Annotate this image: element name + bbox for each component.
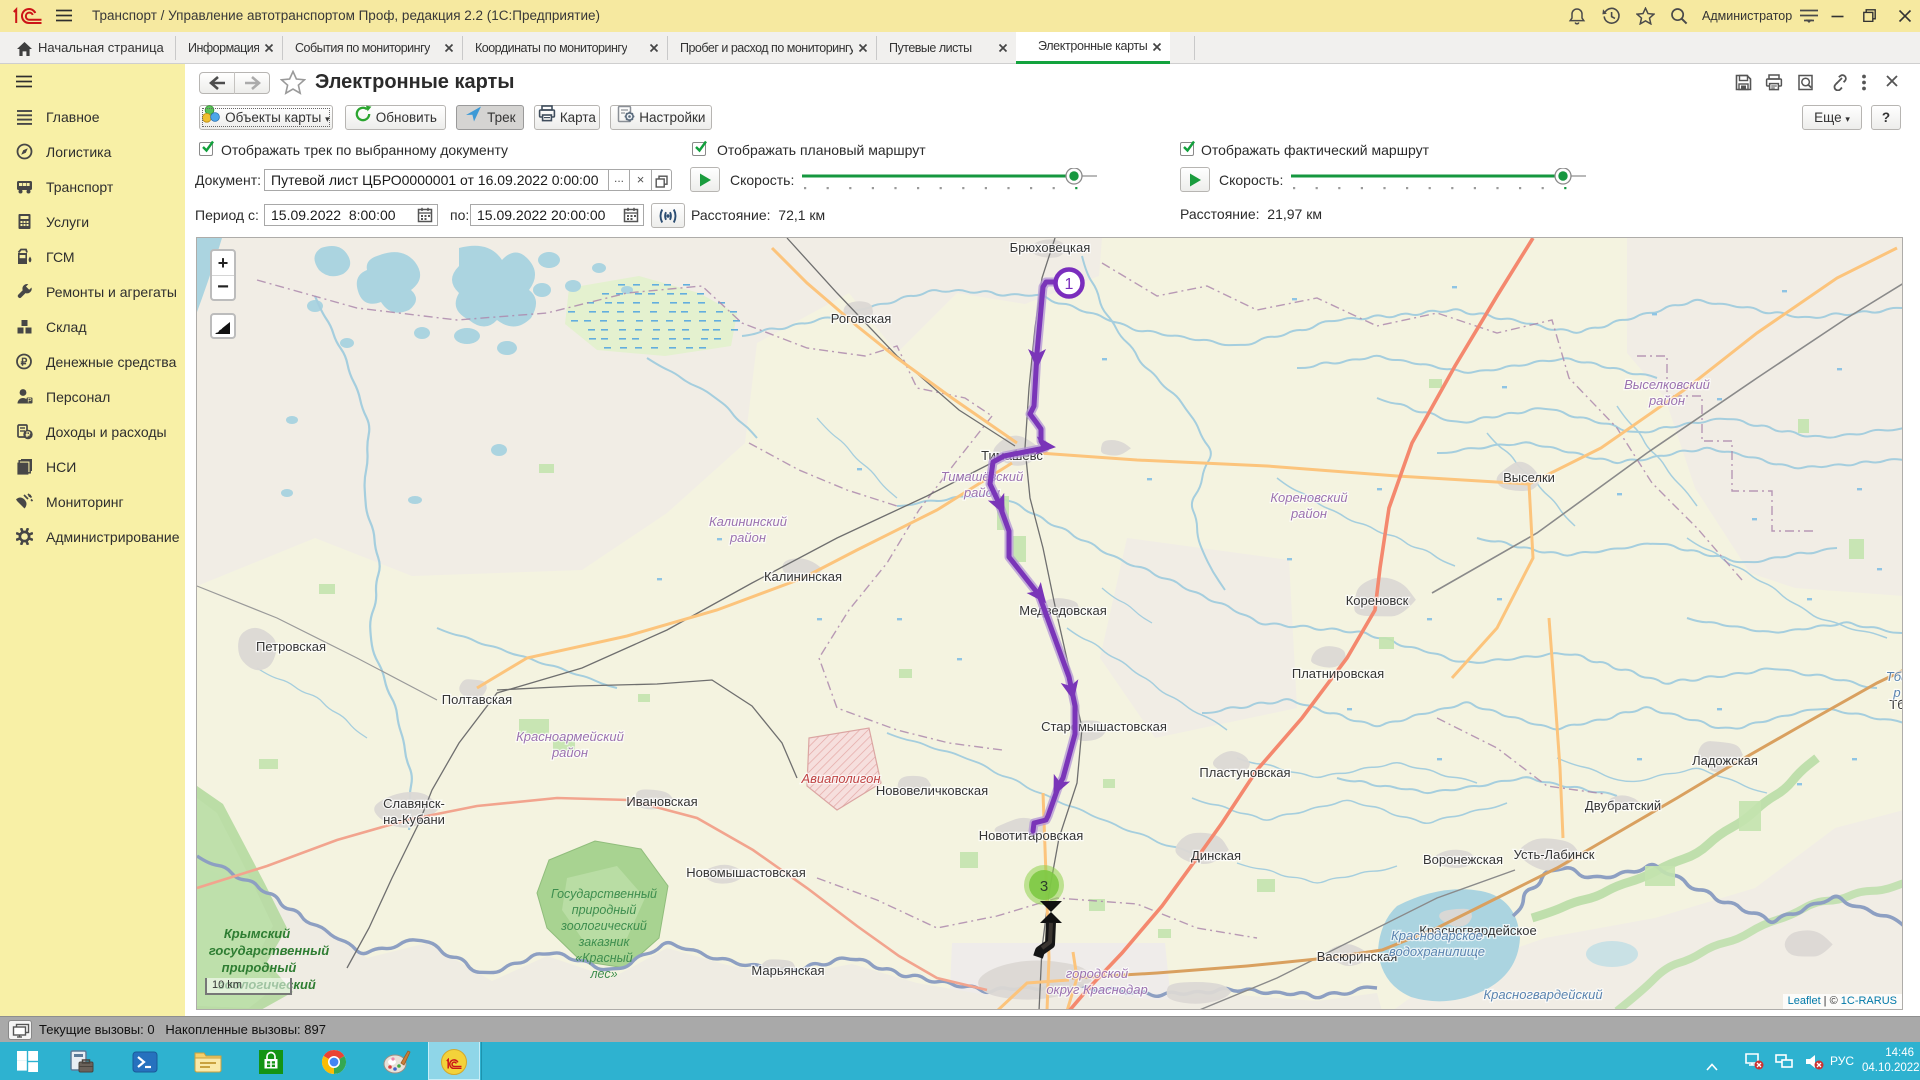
svg-text:Двубратский: Двубратский — [1585, 798, 1661, 813]
svg-text:1: 1 — [1065, 276, 1074, 293]
svg-text:Краснодарское: Краснодарское — [1391, 928, 1483, 943]
svg-text:Красноармейский: Красноармейский — [516, 729, 624, 744]
svg-text:Пластуновская: Пластуновская — [1199, 765, 1290, 780]
svg-text:государственный: государственный — [209, 943, 329, 958]
svg-text:Авиаполигон: Авиаполигон — [800, 771, 880, 786]
svg-text:Ивановская: Ивановская — [626, 794, 697, 809]
svg-text:«Красный: «Красный — [575, 951, 633, 965]
svg-text:Кореновск: Кореновск — [1346, 593, 1409, 608]
svg-text:Красногвардейский: Красногвардейский — [1483, 987, 1602, 1002]
svg-text:Платнировская: Платнировская — [1292, 666, 1384, 681]
svg-text:Медведовская: Медведовская — [1019, 603, 1107, 618]
svg-text:Новомышастовская: Новомышастовская — [686, 865, 806, 880]
svg-text:Роговская: Роговская — [831, 311, 892, 326]
svg-text:Калининская: Калининская — [764, 569, 842, 584]
svg-text:на-Кубани: на-Кубани — [383, 812, 445, 827]
svg-text:3: 3 — [1040, 878, 1048, 895]
svg-text:₽: ₽ — [21, 356, 28, 368]
svg-text:Кореновский: Кореновский — [1270, 490, 1347, 505]
svg-text:Васюринская: Васюринская — [1317, 949, 1398, 964]
svg-text:Ладожская: Ладожская — [1692, 753, 1758, 768]
svg-text:район: район — [551, 745, 588, 760]
svg-text:Выселки: Выселки — [1503, 470, 1555, 485]
svg-text:Старомышастовская: Старомышастовская — [1041, 719, 1167, 734]
svg-text:Марьянская: Марьянская — [751, 963, 824, 978]
svg-text:Тимашёвский: Тимашёвский — [941, 469, 1024, 484]
svg-text:р: р — [1892, 685, 1900, 700]
svg-text:район: район — [1648, 393, 1685, 408]
svg-text:Выселковский: Выселковский — [1624, 377, 1710, 392]
svg-text:природный: природный — [222, 960, 297, 975]
svg-text:Петровская: Петровская — [256, 639, 326, 654]
svg-text:Крымский: Крымский — [224, 926, 290, 941]
svg-text:Воронежская: Воронежская — [1423, 852, 1503, 867]
svg-text:заказник: заказник — [578, 935, 631, 949]
svg-text:Брюховецкая: Брюховецкая — [1010, 240, 1091, 255]
svg-text:водохранилище: водохранилище — [1389, 944, 1485, 959]
svg-text:Нововеличковская: Нововеличковская — [876, 783, 988, 798]
svg-text:Государственный: Государственный — [551, 887, 657, 901]
svg-text:₽: ₽ — [26, 430, 31, 439]
svg-text:Динская: Динская — [1191, 848, 1241, 863]
svg-text:Славянск-: Славянск- — [383, 796, 445, 811]
svg-text:район: район — [729, 530, 766, 545]
svg-text:P: P — [27, 397, 31, 404]
svg-text:зоологический: зоологический — [560, 919, 647, 933]
svg-text:Полтавская: Полтавская — [442, 692, 512, 707]
svg-text:природный: природный — [572, 903, 637, 917]
svg-text:район: район — [1290, 506, 1327, 521]
svg-text:лес»: лес» — [589, 967, 617, 981]
svg-text:Усть-Лабинск: Усть-Лабинск — [1514, 847, 1595, 862]
svg-text:Калининский: Калининский — [709, 514, 787, 529]
svg-text:округ Краснодар: округ Краснодар — [1046, 982, 1147, 997]
svg-text:Тби: Тби — [1886, 669, 1903, 684]
svg-text:городской: городской — [1066, 966, 1128, 981]
